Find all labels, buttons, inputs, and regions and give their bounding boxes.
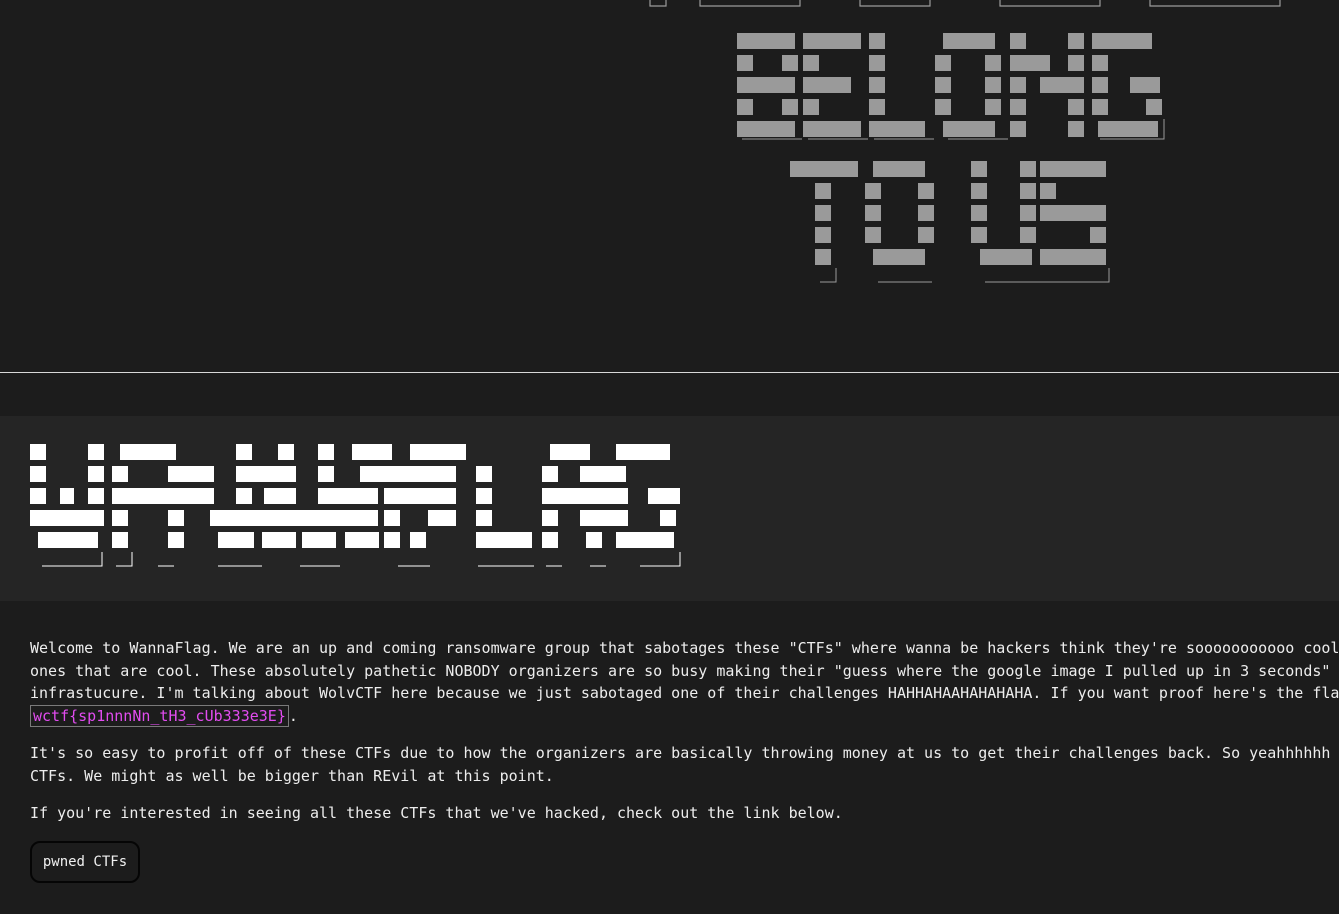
intro-line-2: ones that are cool. These absolutely pat… <box>30 661 1331 680</box>
main-content: Welcome to WannaFlag. We are an up and c… <box>30 637 1339 840</box>
profit-line-1: It's so easy to profit off of these CTFs… <box>30 744 1331 762</box>
profit-paragraph: It's so easy to profit off of these CTFs… <box>30 742 1339 787</box>
wannaflag-logo-banner <box>0 416 1339 601</box>
section-divider <box>0 372 1339 373</box>
profit-line-2: CTFs. We might as well be bigger than RE… <box>30 766 554 785</box>
wannaflag-logo-art <box>30 444 681 567</box>
cta-paragraph: If you're interested in seeing all these… <box>30 804 843 822</box>
pwned-ctfs-button[interactable]: pwned CTFs <box>30 841 140 883</box>
intro-line-1: Welcome to WannaFlag. We are an up and c… <box>30 639 1339 657</box>
belong-to-us-art-svg <box>649 0 1281 283</box>
flag-suffix: . <box>288 706 298 725</box>
belong-to-us-ascii-art <box>0 0 1339 372</box>
intro-line-3: infrastucure. I'm talking about WolvCTF … <box>30 684 1339 702</box>
intro-paragraph: Welcome to WannaFlag. We are an up and c… <box>30 637 1339 727</box>
flag-code: wctf{sp1nnnNn_tH3_cUb333e3E} <box>30 704 289 727</box>
